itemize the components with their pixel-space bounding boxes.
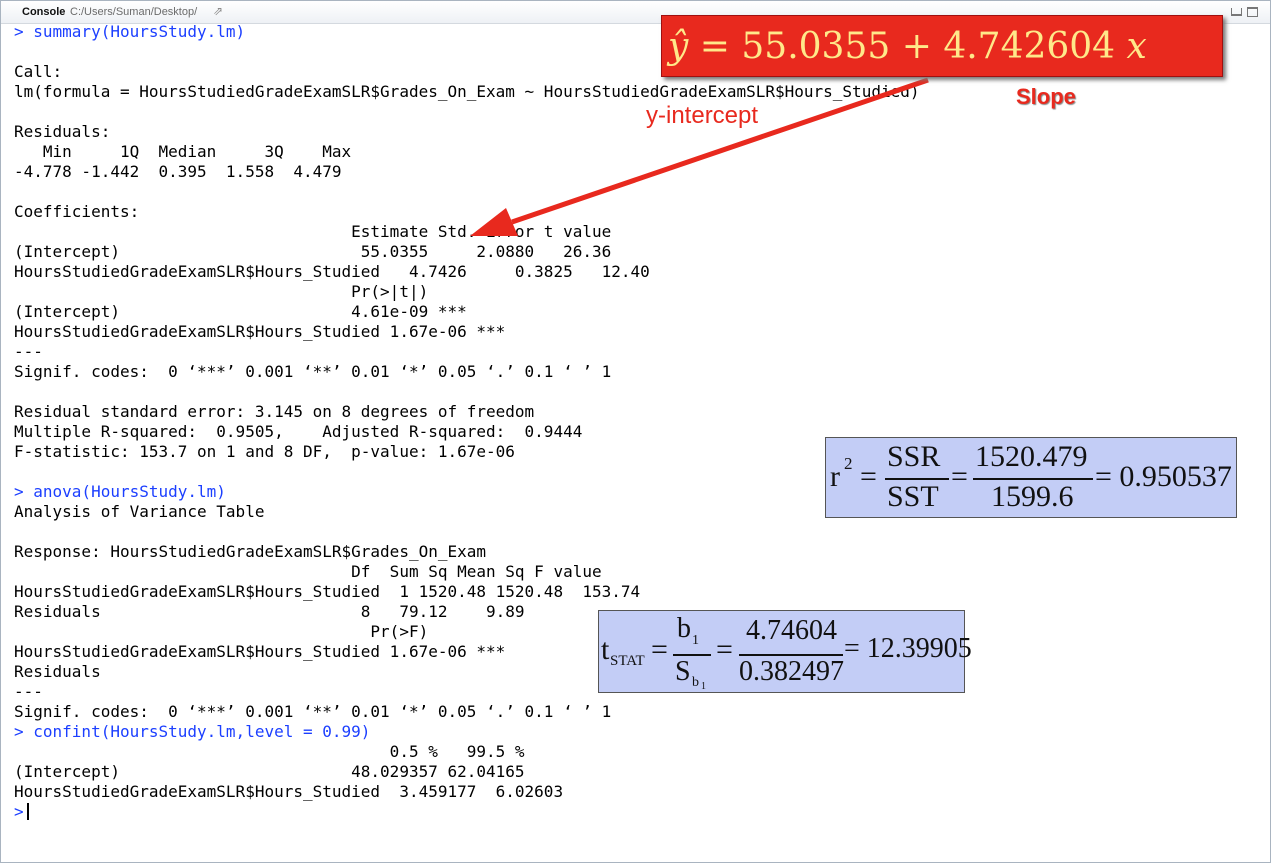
tstat-numerator-value: 4.74604: [746, 615, 837, 646]
t-stat-formula: t STAT = b 1 S b 1 = 4.74604 0.382497 = …: [598, 610, 972, 693]
equation-x: x: [1126, 26, 1147, 67]
arrow-head: [470, 208, 518, 236]
r2-numerator-ssr: SSR: [887, 440, 941, 473]
tstat-lhs: t: [601, 633, 610, 666]
regression-equation-box: ŷ = 55.0355 + 4.742604 x: [661, 15, 1223, 77]
r2-result: = 0.950537: [1095, 460, 1232, 493]
tstat-eq2: =: [716, 633, 733, 666]
r-squared-formula: r 2 = SSR SST = 1520.479 1599.6 = 0.9505…: [825, 437, 1237, 518]
tstat-den-s: S: [675, 656, 691, 687]
tstat-den-s-sub: b: [692, 675, 699, 690]
r2-lhs: r: [830, 460, 840, 493]
tstat-denominator-value: 0.382497: [739, 656, 844, 687]
r2-sup: 2: [844, 454, 853, 473]
r2-denominator-sst: SST: [887, 480, 939, 513]
tstat-den-s-subsub: 1: [701, 681, 706, 692]
r2-denominator-value: 1599.6: [991, 480, 1074, 513]
tstat-sub: STAT: [610, 653, 645, 669]
equation-text: = 55.0355 + 4.742604: [688, 26, 1127, 67]
r2-eq2: =: [951, 460, 968, 493]
y-intercept-label: y-intercept: [646, 102, 759, 129]
tstat-result: = 12.39905: [844, 633, 972, 664]
yhat-symbol: ŷ: [668, 26, 689, 67]
tstat-num-b: b: [677, 613, 691, 644]
tstat-eq1: =: [651, 633, 668, 666]
tstat-num-b-sub: 1: [692, 633, 699, 648]
r2-eq1: =: [860, 460, 877, 493]
slope-label: Slope: [1016, 84, 1076, 109]
r2-numerator-value: 1520.479: [975, 440, 1088, 473]
annotation-arrow: [470, 77, 929, 236]
